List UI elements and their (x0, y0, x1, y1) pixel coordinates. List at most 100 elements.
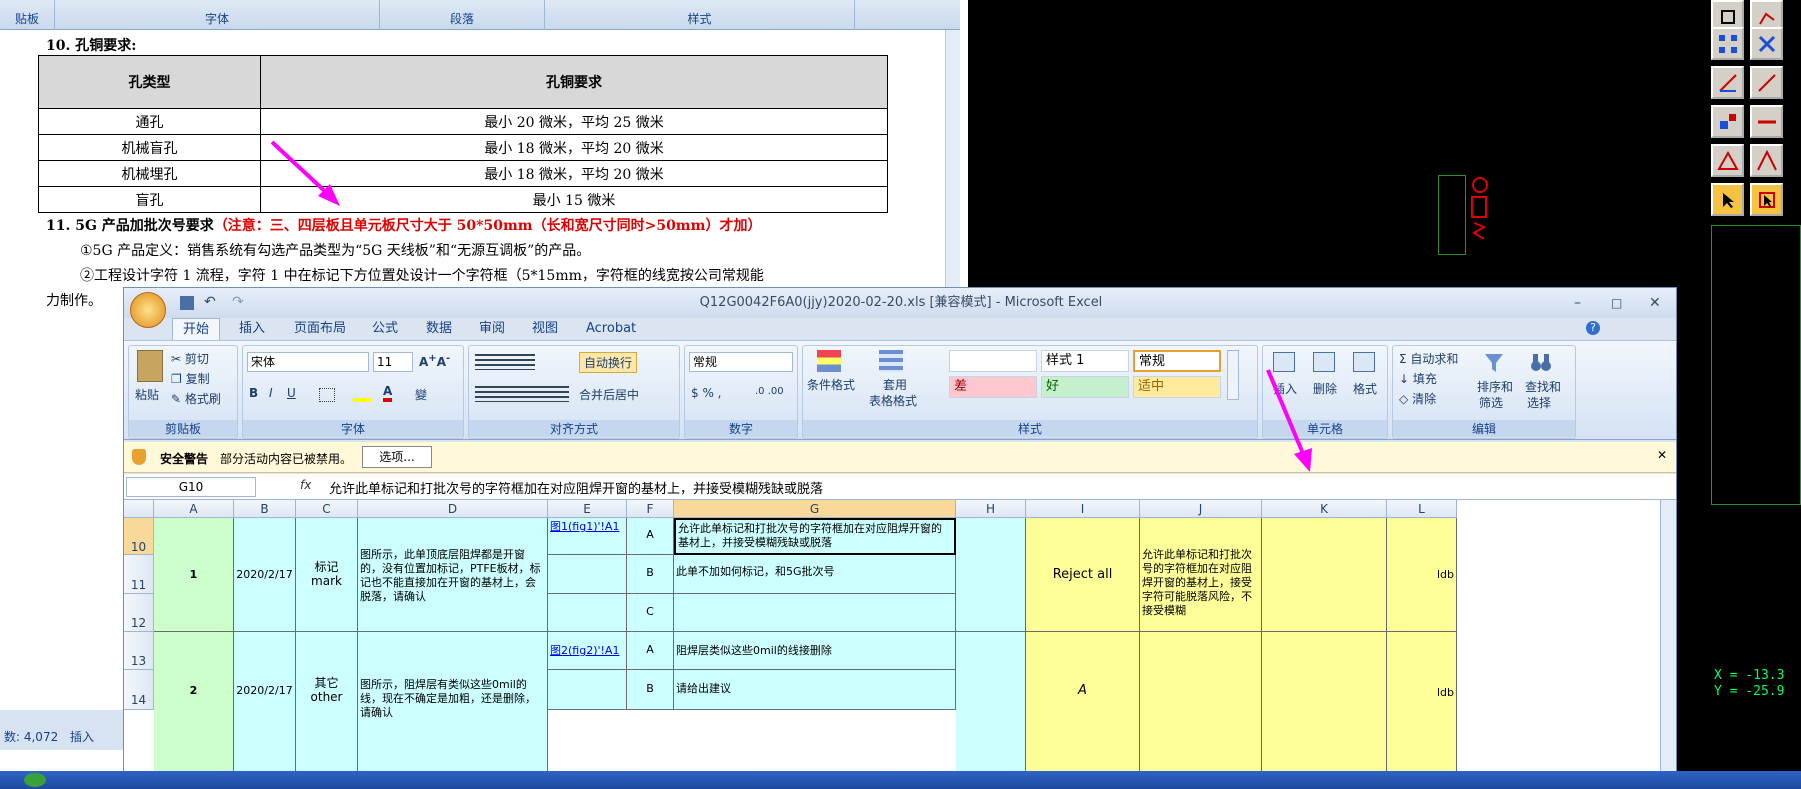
format-cells-icon[interactable] (1353, 352, 1375, 372)
font-name-combo[interactable]: 宋体 (247, 352, 369, 372)
cell-f-option[interactable]: B (627, 555, 674, 594)
cut-button[interactable]: ✂ 剪切 (171, 350, 209, 367)
dash-tool-icon[interactable] (1750, 105, 1783, 138)
fx-icon[interactable]: fx (300, 478, 311, 492)
tab-formulas[interactable]: 公式 (362, 318, 408, 340)
fill-color-icon[interactable] (353, 388, 371, 402)
word-group-styles[interactable]: 样式 (545, 0, 855, 30)
cell-a-item-1[interactable]: 1 (154, 518, 234, 632)
horizontal-align-icons[interactable] (475, 386, 569, 402)
table-format-icon[interactable] (879, 350, 903, 372)
column-header[interactable]: B (234, 500, 296, 518)
cell-g-answer[interactable]: 阻焊层类似这些0mil的线接删除 (674, 632, 956, 670)
cell-h[interactable] (956, 518, 1026, 632)
font-color-icon[interactable]: A (383, 384, 393, 402)
tab-view[interactable]: 视图 (522, 318, 568, 340)
windows-taskbar[interactable] (0, 771, 1801, 789)
paste-icon[interactable] (137, 350, 163, 382)
sort-filter-label[interactable]: 排序和 (1477, 378, 1513, 395)
tab-data[interactable]: 数据 (416, 318, 462, 340)
cell-b-date-1[interactable]: 2020/2/17 (234, 518, 296, 632)
style-1[interactable]: 样式 1 (1041, 350, 1129, 372)
minimize-icon[interactable]: – (1574, 288, 1581, 318)
column-header[interactable]: E (548, 500, 627, 518)
diagonal-tool-icon[interactable] (1750, 66, 1783, 99)
row-header[interactable]: 11 (124, 555, 154, 594)
move-tool-icon[interactable] (1711, 105, 1744, 138)
phonetic-icon[interactable]: 變 (415, 386, 427, 403)
currency-icon[interactable]: $ % , (691, 386, 721, 400)
decimal-icon[interactable]: .0 .00 (755, 386, 784, 397)
cell-i-decision-2[interactable]: A (1026, 632, 1140, 788)
table-format-label[interactable]: 套用 (883, 376, 907, 393)
worksheet-grid[interactable]: A B C D E F G H I J K L 10 11 12 13 14 1… (124, 500, 1676, 788)
column-header[interactable]: A (154, 500, 234, 518)
find-select-label[interactable]: 查找和 (1525, 378, 1561, 395)
cell-d-description-1[interactable]: 图所示，此单顶底层阻焊都是开窗的，没有位置加标记，PTFE板材，标记也不能直接加… (358, 518, 548, 632)
cell-e-link-1[interactable]: 图1(fig1)'!A1 (548, 518, 627, 555)
name-box[interactable]: G10 (126, 477, 256, 497)
start-button-icon[interactable] (24, 773, 46, 787)
row-header[interactable]: 12 (124, 594, 154, 632)
line-tool-icon[interactable] (1711, 66, 1744, 99)
cell-j[interactable] (1140, 632, 1262, 788)
italic-icon[interactable]: I (269, 386, 273, 400)
style-bad[interactable]: 差 (949, 376, 1037, 398)
border-icon[interactable] (319, 388, 335, 402)
insert-mode[interactable]: 插入 (70, 728, 94, 745)
column-header[interactable]: D (358, 500, 548, 518)
cell-l-owner-1[interactable]: ldb (1387, 518, 1457, 632)
style-normal[interactable]: 常规 (1133, 350, 1221, 372)
sort-filter-button[interactable]: 筛选 (1479, 394, 1503, 411)
wrap-text-button[interactable]: 自动换行 (579, 352, 638, 373)
cell-a-item-2[interactable]: 2 (154, 632, 234, 788)
redo-icon[interactable]: ↷ (232, 292, 244, 312)
style-good[interactable]: 好 (1041, 376, 1129, 398)
grow-font-icon[interactable]: A+A- (419, 353, 450, 369)
styles-scroll[interactable] (1227, 350, 1239, 400)
cell-h[interactable] (956, 632, 1026, 788)
tab-insert[interactable]: 插入 (229, 318, 275, 340)
cell-i-decision-1[interactable]: Reject all (1026, 518, 1140, 632)
undo-icon[interactable]: ↶ (204, 292, 216, 312)
tab-home[interactable]: 开始 (172, 318, 221, 340)
row-header[interactable]: 13 (124, 632, 154, 670)
font-size-combo[interactable]: 11 (373, 352, 413, 372)
peak-tool-icon[interactable] (1750, 144, 1783, 177)
cell-g-answer[interactable]: 此单不加如何标记，和5G批次号 (674, 555, 956, 594)
bold-icon[interactable]: B (249, 386, 258, 400)
security-close-icon[interactable]: ✕ (1657, 448, 1667, 462)
cell-c-category-2[interactable]: 其它 other (296, 632, 358, 788)
cell-f-option[interactable]: A (627, 632, 674, 670)
copy-button[interactable]: ❐ 复制 (171, 370, 210, 387)
underline-icon[interactable]: U (287, 386, 296, 400)
cell-d-description-2[interactable]: 图所示，阻焊层有类似这些0mil的线，现在不确定是加粗，还是删除，请确认 (358, 632, 548, 788)
column-header[interactable]: F (627, 500, 674, 518)
word-group-clipboard[interactable]: 贴板 (0, 0, 55, 30)
fill-button[interactable]: ↓ 填充 (1399, 370, 1437, 387)
select-box-icon[interactable] (1750, 183, 1783, 216)
select-all-corner[interactable] (124, 500, 154, 518)
sheet-vertical-scrollbar[interactable] (1660, 500, 1676, 788)
autosum-button[interactable]: Σ 自动求和 (1399, 350, 1458, 367)
column-header[interactable]: L (1387, 500, 1457, 518)
cell-f-option[interactable]: A (627, 518, 674, 555)
cell-g10-selected[interactable]: 允许此单标记和打批次号的字符框加在对应阻焊开窗的基材上，并接受模糊残缺或脱落 (674, 518, 956, 555)
word-group-paragraph[interactable]: 段落 (380, 0, 545, 30)
select-arrow-icon[interactable] (1711, 183, 1744, 216)
cell-k[interactable] (1262, 632, 1387, 788)
find-select-button[interactable]: 选择 (1527, 394, 1551, 411)
cell-e-empty[interactable] (548, 594, 627, 632)
save-icon[interactable] (180, 296, 194, 310)
cell-e-empty[interactable] (548, 670, 627, 710)
security-options-button[interactable]: 选项... (362, 446, 432, 468)
cell-l-owner-2[interactable]: ldb (1387, 632, 1457, 788)
cell-e-empty[interactable] (548, 555, 627, 594)
row-header[interactable]: 10 (124, 518, 154, 555)
conditional-format-icon[interactable] (817, 350, 841, 372)
vertical-align-icons[interactable] (475, 354, 535, 370)
table-format-button[interactable]: 表格格式 (869, 392, 917, 409)
close-icon[interactable]: ✕ (1649, 288, 1661, 318)
column-header[interactable]: I (1026, 500, 1140, 518)
maximize-icon[interactable]: □ (1611, 288, 1622, 318)
